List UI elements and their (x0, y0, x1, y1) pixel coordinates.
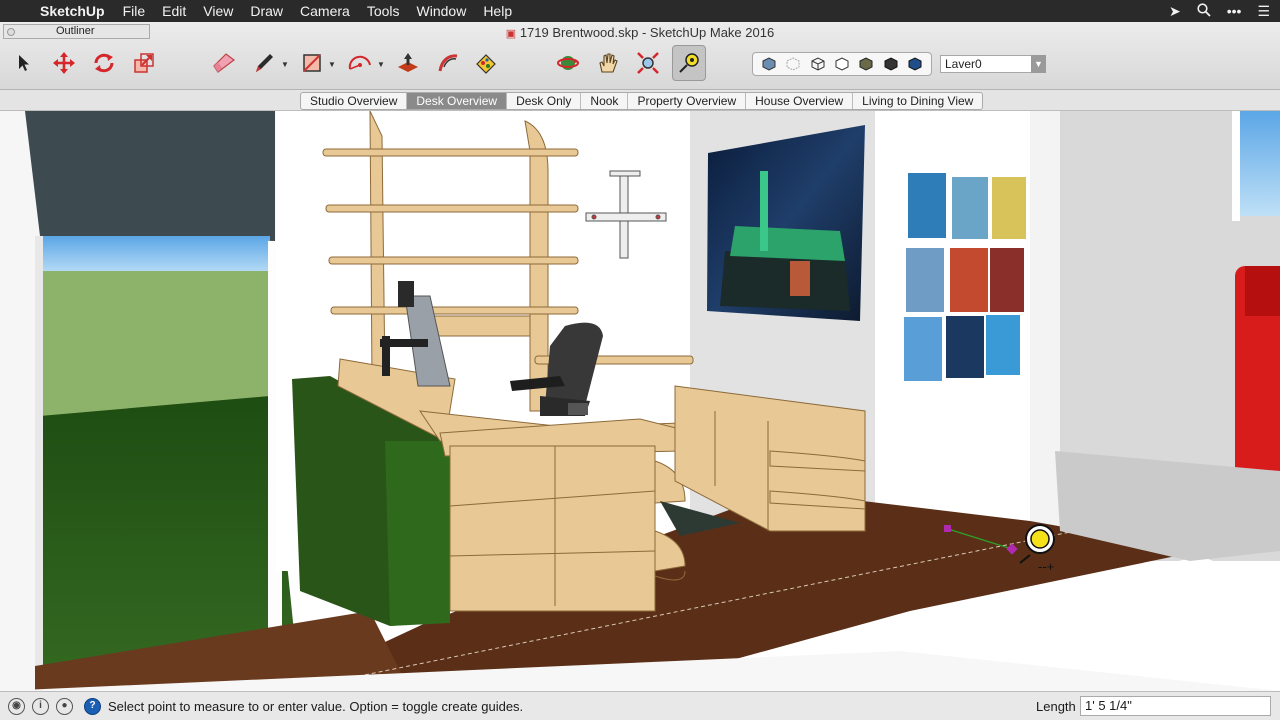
select-icon (19, 55, 29, 71)
tab-nook[interactable]: Nook (581, 93, 629, 109)
menu-file[interactable]: File (123, 3, 146, 19)
outliner-panel[interactable]: Outliner (3, 24, 150, 39)
wireframe-style-icon[interactable] (810, 56, 826, 72)
menu-bar: SketchUp File Edit View Draw Camera Tool… (0, 0, 1280, 22)
chevron-down-icon[interactable]: ▼ (1031, 55, 1046, 73)
status-message: Select point to measure to or enter valu… (108, 699, 524, 714)
instructor-help-icon[interactable]: ? (84, 698, 101, 715)
menu-edit[interactable]: Edit (162, 3, 186, 19)
outliner-title: Outliner (56, 25, 95, 37)
pencil-icon (256, 54, 273, 72)
document-icon: ▣ (505, 28, 517, 40)
rotate-tool-button[interactable] (89, 48, 119, 78)
paint-bucket-icon (476, 54, 496, 74)
tab-property-overview[interactable]: Property Overview (628, 93, 747, 109)
rectangle-dropdown-icon[interactable]: ▼ (328, 60, 336, 69)
menu-help[interactable]: Help (483, 3, 512, 19)
rotate-icon (94, 53, 114, 73)
xray-style-icon[interactable] (761, 56, 777, 72)
orbit-tool-button[interactable] (553, 48, 583, 78)
scale-tool-button[interactable] (129, 48, 159, 78)
painting (707, 125, 865, 321)
zoom-extents-tool-button[interactable] (633, 48, 663, 78)
follow-me-tool-button[interactable] (433, 48, 463, 78)
notification-list-icon[interactable]: ☰ (1257, 3, 1270, 20)
eraser-icon (213, 53, 235, 73)
tab-studio-overview[interactable]: Studio Overview (301, 93, 408, 109)
scene-drawing: --+ (0, 111, 1280, 691)
zoom-extents-icon (637, 52, 659, 74)
push-pull-tool-button[interactable] (393, 48, 423, 78)
tab-house-overview[interactable]: House Overview (746, 93, 854, 109)
push-pull-icon (398, 53, 418, 72)
window-title: ▣ 1719 Brentwood.skp - SketchUp Make 201… (505, 25, 775, 40)
search-icon[interactable] (1197, 2, 1211, 20)
pan-icon (599, 53, 618, 73)
styles-toolbar (752, 52, 932, 76)
location-icon[interactable]: ➤ (1169, 3, 1181, 20)
orbit-icon (557, 56, 579, 70)
arc-icon (348, 55, 371, 70)
pencil-tool-button[interactable] (249, 48, 279, 78)
menu-draw[interactable]: Draw (250, 3, 283, 19)
model-viewport[interactable]: --+ (0, 111, 1280, 691)
tab-desk-overview[interactable]: Desk Overview (407, 93, 508, 109)
eraser-tool-button[interactable] (209, 48, 239, 78)
tab-desk-only[interactable]: Desk Only (507, 93, 582, 109)
menu-camera[interactable]: Camera (300, 3, 350, 19)
measurement-input[interactable]: 1' 5 1/4" (1080, 696, 1271, 716)
status-bar: ◉ i ● ? Select point to measure to or en… (0, 691, 1280, 720)
credits-icon[interactable]: i (32, 698, 49, 715)
move-icon (53, 52, 75, 74)
more-icon[interactable]: ••• (1227, 3, 1242, 19)
menu-tools[interactable]: Tools (367, 3, 400, 19)
menu-window[interactable]: Window (417, 3, 467, 19)
layer-value: Laver0 (945, 57, 982, 71)
back-edges-style-icon[interactable] (785, 56, 801, 72)
monochrome-style-icon[interactable] (907, 56, 923, 72)
tab-living-to-dining-view[interactable]: Living to Dining View (853, 93, 982, 109)
move-tool-button[interactable] (49, 48, 79, 78)
arc-tool-button[interactable] (345, 48, 375, 78)
app-menu[interactable]: SketchUp (40, 3, 105, 19)
user-account-icon[interactable]: ● (56, 698, 73, 715)
paint-bucket-tool-button[interactable] (471, 48, 501, 78)
pan-tool-button[interactable] (593, 48, 623, 78)
scene-tabs-bar: Studio Overview Desk Overview Desk Only … (0, 90, 1280, 111)
tape-measure-icon (679, 53, 699, 73)
svg-text:--+: --+ (1038, 559, 1054, 574)
hidden-line-style-icon[interactable] (834, 56, 850, 72)
scene-tabs: Studio Overview Desk Overview Desk Only … (300, 92, 984, 110)
rectangle-icon (303, 54, 321, 72)
close-icon[interactable] (7, 28, 15, 36)
menu-view[interactable]: View (203, 3, 233, 19)
layer-select[interactable]: Laver0 ▼ (940, 55, 1046, 73)
scale-icon (134, 53, 154, 73)
shaded-style-icon[interactable] (858, 56, 874, 72)
main-toolbar: ▣ 1719 Brentwood.skp - SketchUp Make 201… (0, 22, 1280, 90)
poster-grid (904, 173, 1026, 381)
select-tool-button[interactable] (9, 48, 39, 78)
measurement-label: Length (1036, 699, 1076, 714)
arc-dropdown-icon[interactable]: ▼ (377, 60, 385, 69)
tape-measure-tool-button[interactable] (672, 45, 706, 81)
rectangle-tool-button[interactable] (297, 48, 327, 78)
geo-location-icon[interactable]: ◉ (8, 698, 25, 715)
pencil-dropdown-icon[interactable]: ▼ (281, 60, 289, 69)
follow-me-icon (438, 54, 458, 72)
shaded-textures-style-icon[interactable] (883, 56, 899, 72)
